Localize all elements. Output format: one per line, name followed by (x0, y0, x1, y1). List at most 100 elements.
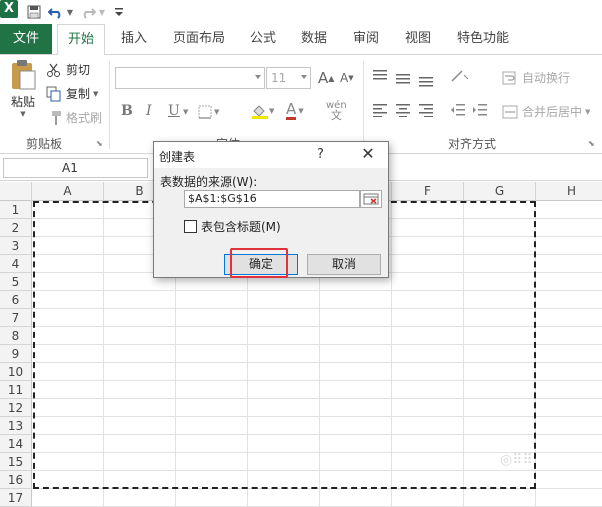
shrink-font-button[interactable]: A ▼ (340, 71, 354, 85)
name-box[interactable]: A1 (3, 158, 148, 178)
orientation-icon[interactable] (450, 69, 472, 85)
customize-toolbar-icon[interactable] (113, 3, 125, 21)
fill-color-dropdown-icon[interactable]: ▼ (269, 107, 274, 115)
redo-icon (79, 3, 97, 21)
undo-icon[interactable] (47, 3, 65, 21)
row-header[interactable]: 13 (0, 417, 32, 435)
row-header[interactable]: 16 (0, 471, 32, 489)
help-button[interactable]: ? (317, 147, 324, 162)
align-center-icon[interactable] (395, 103, 411, 117)
paste-icon (12, 60, 36, 90)
row-header[interactable]: 15 (0, 453, 32, 471)
has-headers-checkbox[interactable]: 表包含标题(M) (184, 218, 281, 235)
alignment-group-label: 对齐方式 (448, 137, 497, 151)
tab-special[interactable]: 特色功能 (450, 24, 516, 54)
row-header[interactable]: 9 (0, 345, 32, 363)
scissors-icon (47, 63, 60, 77)
tab-home[interactable]: 开始 (57, 24, 105, 55)
dialog-title: 创建表 (159, 150, 196, 164)
font-color-button[interactable]: A ▼ (286, 101, 304, 120)
tab-data[interactable]: 数据 (294, 24, 334, 54)
fill-color-button[interactable]: ▼ (251, 103, 274, 119)
row-header[interactable]: 10 (0, 363, 32, 381)
column-header[interactable]: G (464, 182, 536, 201)
copy-dropdown-icon[interactable]: ▼ (93, 90, 98, 98)
tab-file[interactable]: 文件 (0, 24, 52, 54)
font-size-combo[interactable]: 11 (266, 67, 311, 89)
borders-button[interactable]: ▼ (198, 105, 219, 119)
align-bottom-icon[interactable] (418, 73, 434, 87)
font-size-value: 11 (271, 71, 287, 85)
has-headers-label: 表包含标题(M) (201, 220, 281, 234)
ribbon-separator (109, 61, 110, 149)
align-left-icon[interactable] (372, 103, 388, 117)
row-header[interactable]: 2 (0, 219, 32, 237)
grow-font-button[interactable]: A ▲ (318, 69, 334, 87)
merge-center-button[interactable]: 合并后居中 ▼ (502, 103, 590, 120)
merge-center-icon (502, 105, 518, 118)
underline-button[interactable]: U (168, 103, 180, 119)
phonetic-button[interactable]: wén 文 (326, 101, 347, 122)
wrap-text-button[interactable]: 自动换行 (502, 69, 570, 86)
bold-button[interactable]: B (121, 103, 133, 119)
checkbox-box[interactable] (184, 220, 197, 233)
redo-dropdown-icon: ▼ (98, 7, 106, 17)
cancel-button[interactable]: 取消 (307, 254, 381, 275)
close-icon[interactable]: ✕ (357, 144, 379, 164)
tab-review[interactable]: 审阅 (346, 24, 386, 54)
row-header[interactable]: 6 (0, 291, 32, 309)
alignment-launcher-icon[interactable]: ⬊ (588, 139, 595, 148)
format-painter-icon (52, 110, 61, 125)
cut-button[interactable]: 剪切 (46, 61, 90, 78)
column-header[interactable]: F (392, 182, 464, 201)
row-header[interactable]: 17 (0, 489, 32, 507)
source-range-input[interactable]: $A$1:$G$16 (184, 190, 360, 208)
align-right-icon[interactable] (418, 103, 434, 117)
copy-label: 复制 (66, 87, 91, 101)
align-middle-icon[interactable] (395, 71, 411, 85)
row-header[interactable]: 12 (0, 399, 32, 417)
paste-dropdown-icon[interactable]: ▼ (20, 110, 25, 118)
row-header[interactable]: 11 (0, 381, 32, 399)
wrap-text-icon (502, 71, 516, 84)
copy-button[interactable]: 复制 ▼ (46, 85, 98, 102)
row-header[interactable]: 5 (0, 273, 32, 291)
row-header[interactable]: 14 (0, 435, 32, 453)
font-name-combo[interactable] (115, 67, 265, 89)
font-color-label: A (286, 100, 297, 120)
row-header[interactable]: 4 (0, 255, 32, 273)
align-top-icon[interactable] (372, 69, 388, 83)
save-icon[interactable] (26, 3, 42, 21)
clipboard-launcher-icon[interactable]: ⬊ (96, 139, 103, 148)
font-color-dropdown-icon[interactable]: ▼ (298, 107, 303, 115)
source-label: 表数据的来源(W): (160, 175, 258, 189)
ok-highlight-box (230, 248, 288, 278)
copy-icon (46, 86, 61, 101)
row-header[interactable]: 1 (0, 201, 32, 219)
select-all-corner[interactable] (0, 182, 32, 201)
decrease-indent-icon[interactable] (450, 103, 466, 117)
column-header[interactable]: A (32, 182, 104, 201)
row-header[interactable]: 3 (0, 237, 32, 255)
tab-page-layout[interactable]: 页面布局 (166, 24, 232, 54)
row-header[interactable]: 8 (0, 327, 32, 345)
shrink-font-label: A (340, 71, 349, 85)
merge-dropdown-icon[interactable]: ▼ (585, 108, 590, 116)
italic-button[interactable]: I (146, 103, 152, 119)
tab-view[interactable]: 视图 (398, 24, 438, 54)
paste-button[interactable]: 粘贴 ▼ (6, 59, 40, 118)
range-select-icon (363, 193, 379, 205)
column-header[interactable]: H (536, 182, 602, 201)
underline-dropdown-icon[interactable]: ▼ (183, 108, 188, 116)
row-header[interactable]: 7 (0, 309, 32, 327)
format-painter-button[interactable]: 格式刷 (46, 109, 102, 126)
tab-insert[interactable]: 插入 (114, 24, 154, 54)
format-painter-label: 格式刷 (66, 111, 103, 125)
cut-label: 剪切 (66, 63, 91, 77)
watermark-icon: ◎⠿⠿ (500, 452, 533, 468)
range-select-button[interactable] (360, 190, 382, 208)
borders-dropdown-icon[interactable]: ▼ (214, 108, 219, 116)
increase-indent-icon[interactable] (472, 103, 488, 117)
undo-dropdown-icon[interactable]: ▼ (66, 3, 74, 21)
tab-formula[interactable]: 公式 (243, 24, 283, 54)
